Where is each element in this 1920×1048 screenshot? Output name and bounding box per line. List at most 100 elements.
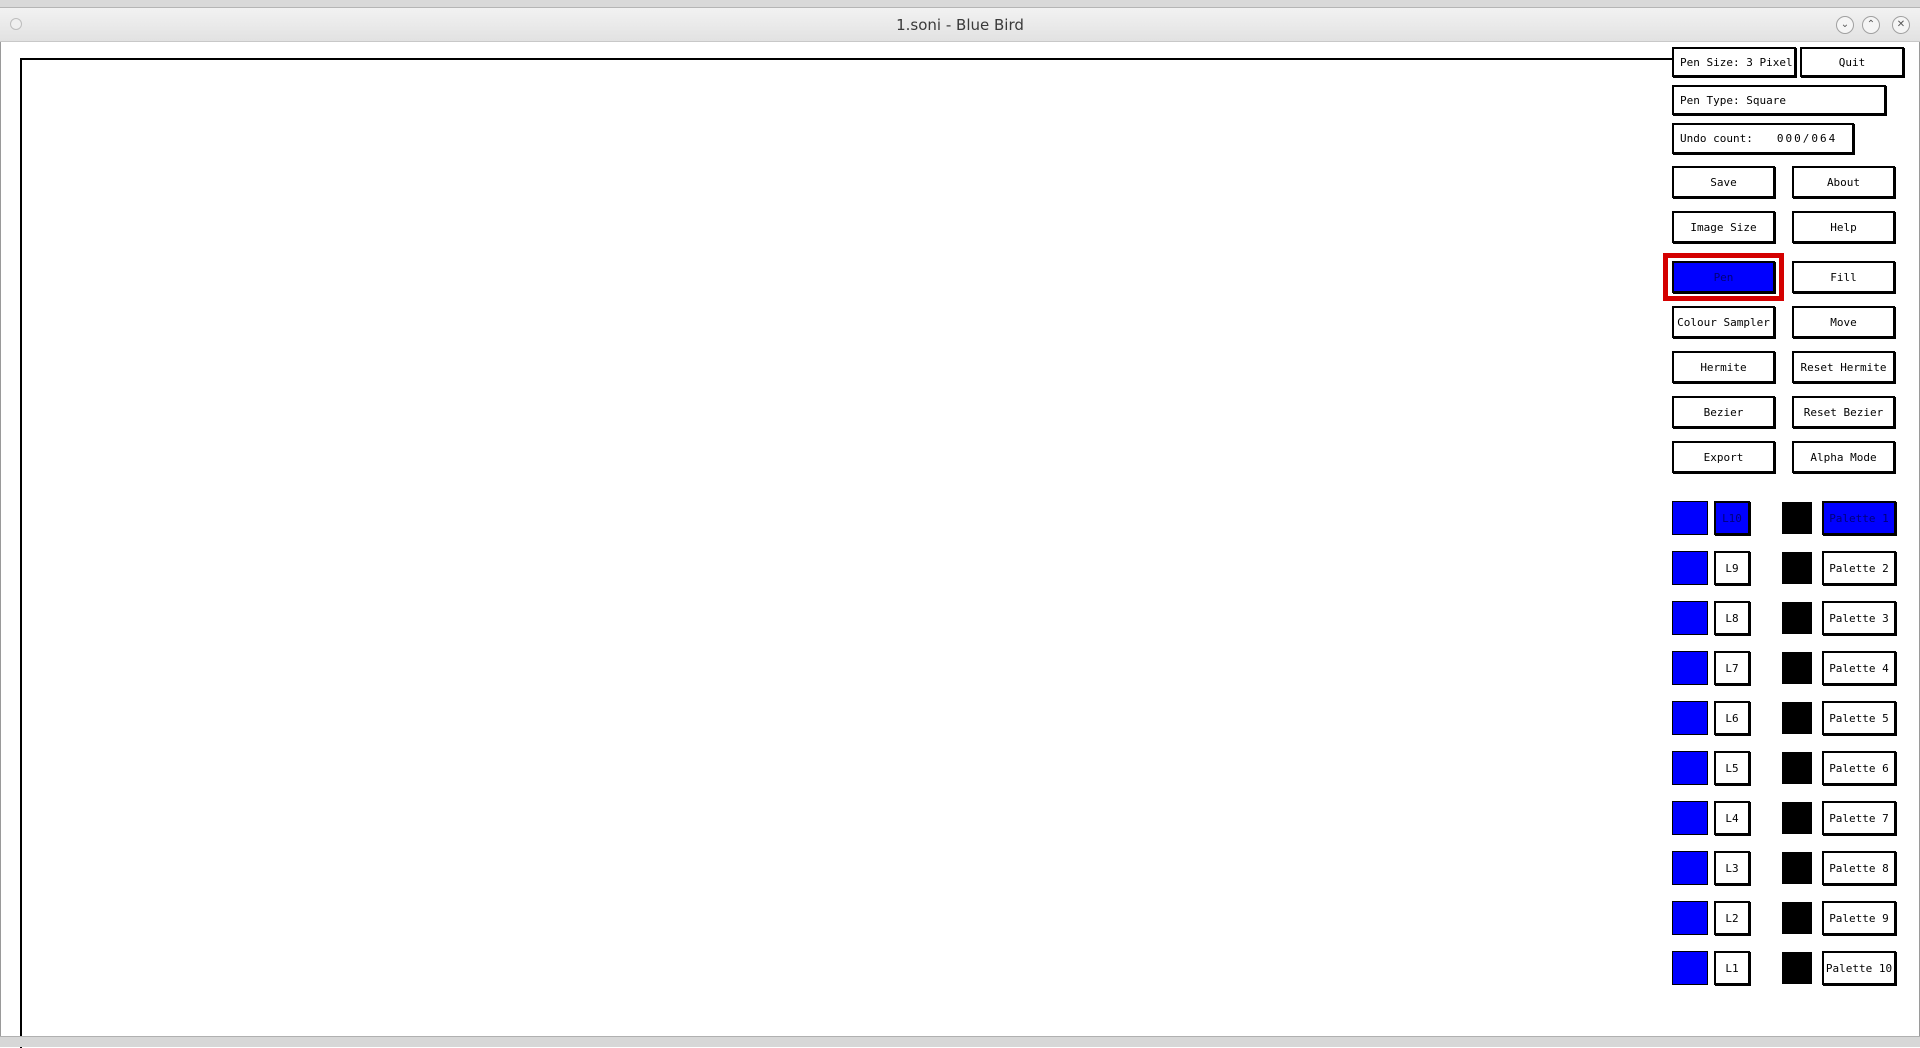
layer-label: L4: [1725, 811, 1739, 825]
undo-count-label: Undo count:: [1680, 132, 1753, 145]
layer-color-swatch[interactable]: [1672, 501, 1708, 535]
image-size-label: Image Size: [1690, 220, 1757, 234]
layer-color-swatch[interactable]: [1672, 551, 1708, 585]
palette-button-6[interactable]: Palette 6: [1822, 751, 1896, 785]
palette-button-3[interactable]: Palette 3: [1822, 601, 1896, 635]
palette-color-swatch[interactable]: [1782, 602, 1812, 634]
palette-button-8[interactable]: Palette 8: [1822, 851, 1896, 885]
layer-button-l3[interactable]: L3: [1714, 851, 1750, 885]
move-label: Move: [1830, 315, 1857, 329]
layer-label: L7: [1725, 661, 1739, 675]
layer-color-swatch[interactable]: [1672, 701, 1708, 735]
layer-color-swatch[interactable]: [1672, 651, 1708, 685]
palette-color-swatch[interactable]: [1782, 752, 1812, 784]
image-size-button[interactable]: Image Size: [1672, 211, 1775, 243]
save-label: Save: [1710, 175, 1737, 189]
drawing-canvas[interactable]: [20, 58, 1700, 1048]
layer-button-l5[interactable]: L5: [1714, 751, 1750, 785]
palette-color-swatch[interactable]: [1782, 802, 1812, 834]
layer-color-swatch[interactable]: [1672, 951, 1708, 985]
about-label: About: [1826, 175, 1861, 189]
layer-label: L3: [1725, 861, 1739, 875]
palette-color-swatch[interactable]: [1782, 502, 1812, 534]
hermite-label: Hermite: [1700, 360, 1747, 374]
layer-label: L8: [1725, 611, 1739, 625]
move-button[interactable]: Move: [1792, 306, 1895, 338]
quit-button[interactable]: Quit: [1800, 47, 1904, 77]
palette-button-1[interactable]: Palette 1: [1822, 501, 1896, 535]
layer-button-l4[interactable]: L4: [1714, 801, 1750, 835]
layer-color-swatch[interactable]: [1672, 751, 1708, 785]
palette-color-swatch[interactable]: [1782, 952, 1812, 984]
help-button[interactable]: Help: [1792, 211, 1895, 243]
layer-button-l10[interactable]: L10: [1714, 501, 1750, 535]
save-button[interactable]: Save: [1672, 166, 1775, 198]
layer-label: L1: [1725, 961, 1739, 975]
palette-label: Palette 5: [1829, 711, 1889, 725]
layer-button-l6[interactable]: L6: [1714, 701, 1750, 735]
app-area: Pen Size: 3 Pixel Quit Pen Type: Square …: [0, 42, 1920, 1048]
undo-count-display: Undo count: 000/064: [1672, 123, 1854, 154]
layer-label: L2: [1725, 911, 1739, 925]
maximize-icon[interactable]: ⌃: [1862, 16, 1880, 34]
layer-label: L5: [1725, 761, 1739, 775]
layer-color-swatch[interactable]: [1672, 851, 1708, 885]
layer-button-l9[interactable]: L9: [1714, 551, 1750, 585]
layer-button-l1[interactable]: L1: [1714, 951, 1750, 985]
pen-type-display[interactable]: Pen Type: Square: [1672, 85, 1886, 115]
reset-bezier-button[interactable]: Reset Bezier: [1792, 396, 1895, 428]
palette-label: Palette 1: [1829, 511, 1889, 525]
alpha-mode-label: Alpha Mode: [1810, 450, 1877, 464]
window-title: 1.soni - Blue Bird: [896, 16, 1024, 34]
system-top-panel: [0, 0, 1920, 8]
layer-button-l7[interactable]: L7: [1714, 651, 1750, 685]
palette-label: Palette 3: [1829, 611, 1889, 625]
palette-color-swatch[interactable]: [1782, 552, 1812, 584]
palette-color-swatch[interactable]: [1782, 902, 1812, 934]
palette-label: Palette 2: [1829, 561, 1889, 575]
undo-count-value: 000/064: [1776, 132, 1838, 145]
reset-hermite-button[interactable]: Reset Hermite: [1792, 351, 1895, 383]
palette-label: Palette 7: [1829, 811, 1889, 825]
pen-type-label: Pen Type: Square: [1680, 93, 1786, 107]
palette-color-swatch[interactable]: [1782, 702, 1812, 734]
layer-color-swatch[interactable]: [1672, 601, 1708, 635]
palette-button-7[interactable]: Palette 7: [1822, 801, 1896, 835]
palette-label: Palette 8: [1829, 861, 1889, 875]
layer-label: L6: [1725, 711, 1739, 725]
layer-button-l2[interactable]: L2: [1714, 901, 1750, 935]
palette-button-10[interactable]: Palette 10: [1822, 951, 1896, 985]
layer-color-swatch[interactable]: [1672, 801, 1708, 835]
quit-label: Quit: [1838, 55, 1866, 69]
minimize-icon[interactable]: ⌄: [1836, 16, 1854, 34]
reset-hermite-label: Reset Hermite: [1800, 360, 1887, 374]
palette-button-4[interactable]: Palette 4: [1822, 651, 1896, 685]
alpha-mode-button[interactable]: Alpha Mode: [1792, 441, 1895, 473]
bezier-label: Bezier: [1703, 405, 1744, 419]
colour-sampler-button[interactable]: Colour Sampler: [1672, 306, 1775, 338]
fill-button[interactable]: Fill: [1792, 261, 1895, 293]
layer-label: L9: [1725, 561, 1739, 575]
bottom-taskbar: [0, 1036, 1920, 1047]
pen-button[interactable]: Pen: [1672, 261, 1775, 293]
palette-label: Palette 6: [1829, 761, 1889, 775]
palette-button-5[interactable]: Palette 5: [1822, 701, 1896, 735]
palette-button-9[interactable]: Palette 9: [1822, 901, 1896, 935]
bezier-button[interactable]: Bezier: [1672, 396, 1775, 428]
reset-bezier-label: Reset Bezier: [1803, 405, 1884, 419]
about-button[interactable]: About: [1792, 166, 1895, 198]
export-button[interactable]: Export: [1672, 441, 1775, 473]
palette-color-swatch[interactable]: [1782, 652, 1812, 684]
pen-label: Pen: [1713, 270, 1734, 284]
palette-button-2[interactable]: Palette 2: [1822, 551, 1896, 585]
hermite-button[interactable]: Hermite: [1672, 351, 1775, 383]
layer-button-l8[interactable]: L8: [1714, 601, 1750, 635]
palette-color-swatch[interactable]: [1782, 852, 1812, 884]
layer-color-swatch[interactable]: [1672, 901, 1708, 935]
close-icon[interactable]: ✕: [1892, 16, 1910, 34]
pen-size-display[interactable]: Pen Size: 3 Pixel: [1672, 47, 1796, 77]
pen-size-label: Pen Size: 3 Pixel: [1680, 55, 1793, 69]
window-titlebar[interactable]: 1.soni - Blue Bird ⌄ ⌃ ✕: [0, 8, 1920, 42]
palette-label: Palette 10: [1825, 961, 1893, 975]
fill-label: Fill: [1830, 270, 1857, 284]
